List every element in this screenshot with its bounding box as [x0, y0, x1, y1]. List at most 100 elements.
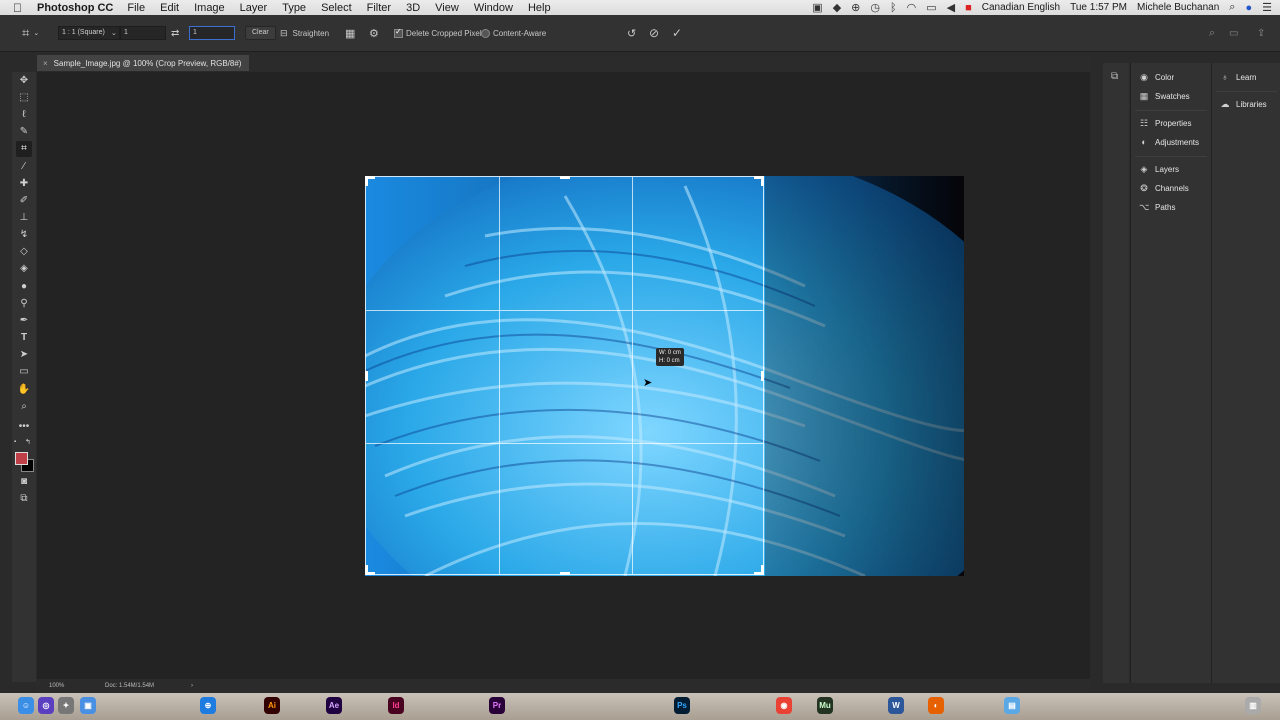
preview-dock-icon[interactable]: ▣	[80, 697, 96, 714]
canvas-area[interactable]: W: 0 cm H: 0 cm ➤	[37, 72, 1090, 679]
hand-tool-icon[interactable]: ✋	[16, 382, 32, 398]
history-icon[interactable]: ⧉	[1111, 71, 1118, 82]
menu-image[interactable]: Image	[194, 2, 225, 14]
document-tab[interactable]: × Sample_Image.jpg @ 100% (Crop Preview,…	[37, 55, 250, 71]
finder-dock-icon[interactable]: ☺	[18, 697, 34, 714]
panel-properties[interactable]: ☷ Properties	[1139, 118, 1192, 128]
word-dock-icon[interactable]: W	[888, 697, 904, 714]
crop-handle-top[interactable]	[560, 176, 570, 179]
pen-tool-icon[interactable]: ✒	[16, 313, 32, 329]
gear-icon[interactable]: ⚙	[369, 27, 379, 40]
input-source[interactable]: Canadian English	[982, 2, 1060, 13]
menu-layer[interactable]: Layer	[240, 2, 268, 14]
straighten-icon[interactable]: ⊟	[280, 28, 288, 39]
clear-button[interactable]: Clear	[245, 26, 276, 40]
search-icon[interactable]: ⌕	[1209, 27, 1215, 40]
apple-icon[interactable]: 	[13, 1, 27, 15]
panel-adjustments[interactable]: ◐ Adjustments	[1139, 137, 1199, 147]
swap-icon[interactable]: ⇄	[171, 28, 179, 39]
panel-paths[interactable]: ⌥ Paths	[1139, 202, 1175, 212]
paint-bucket-tool-icon[interactable]: ◈	[16, 261, 32, 277]
wifi-icon[interactable]: ◠	[907, 1, 917, 14]
crop-handle-right[interactable]	[761, 371, 764, 381]
straighten-button[interactable]: Straighten	[293, 29, 329, 38]
swap-colors-icon[interactable]: ↰	[25, 438, 31, 446]
chrome-dock-icon[interactable]: ◉	[776, 697, 792, 714]
menu-window[interactable]: Window	[474, 2, 513, 14]
crop-tool-preset[interactable]: ⌗ ⌄	[22, 15, 39, 51]
close-tab-icon[interactable]: ×	[43, 59, 48, 68]
menu-view[interactable]: View	[435, 2, 459, 14]
panel-libraries[interactable]: ☁ Libraries	[1220, 99, 1267, 109]
panel-learn[interactable]: ♁ Learn	[1220, 72, 1257, 82]
crop-handle-bottom-right[interactable]	[754, 565, 764, 575]
zoom-level[interactable]: 100%	[49, 683, 105, 689]
brush-tool-icon[interactable]: ✐	[16, 193, 32, 209]
commit-icon[interactable]: ✓	[672, 26, 682, 40]
siri-dock-icon[interactable]: ◎	[38, 697, 54, 714]
healing-brush-tool-icon[interactable]: ✚	[16, 176, 32, 192]
firefox-dock-icon[interactable]: ◐	[928, 697, 944, 714]
crop-handle-bottom-left[interactable]	[365, 565, 375, 575]
foreground-color-swatch[interactable]	[15, 452, 28, 465]
crop-handle-bottom[interactable]	[560, 572, 570, 575]
crop-tool-icon[interactable]: ⌗	[16, 141, 32, 157]
dropbox-icon[interactable]: ◆	[833, 1, 841, 14]
menu-3d[interactable]: 3D	[406, 2, 420, 14]
app-menu[interactable]: Photoshop CC	[37, 2, 113, 14]
quick-mask-icon[interactable]: ◙	[16, 474, 32, 490]
siri-icon[interactable]: ●	[1245, 2, 1252, 14]
content-aware-checkbox[interactable]	[481, 28, 490, 38]
illustrator-dock-icon[interactable]: Ai	[264, 697, 280, 714]
zoom-tool-icon[interactable]: ⌕	[16, 399, 32, 415]
spotlight-icon[interactable]: ⌕	[1229, 1, 1235, 14]
workspace-icon[interactable]: ▭	[1229, 28, 1238, 39]
status-menu-arrow[interactable]: ›	[191, 683, 193, 689]
crop-handle-top-left[interactable]	[365, 176, 375, 186]
menu-type[interactable]: Type	[282, 2, 306, 14]
height-field[interactable]: 1	[189, 26, 235, 40]
more-tools-icon[interactable]: •••	[16, 419, 32, 435]
panel-channels[interactable]: ❂ Channels	[1139, 183, 1189, 193]
download-icon[interactable]: ⊕	[851, 1, 860, 14]
eraser-tool-icon[interactable]: ◇	[16, 244, 32, 260]
menu-help[interactable]: Help	[528, 2, 551, 14]
flag-icon[interactable]: ■	[965, 2, 972, 14]
default-colors-icon[interactable]: ▪	[14, 439, 22, 447]
time-machine-icon[interactable]: ◷	[870, 1, 880, 14]
user-name[interactable]: Michele Buchanan	[1137, 2, 1219, 13]
grid-overlay-icon[interactable]: ▦	[345, 27, 355, 40]
marquee-tool-icon[interactable]: ⬚	[16, 90, 32, 106]
trash-dock-icon[interactable]: ▥	[1245, 697, 1261, 714]
path-selection-tool-icon[interactable]: ➤	[16, 347, 32, 363]
downloads-dock-icon[interactable]: ▤	[1004, 697, 1020, 714]
crop-handle-top-right[interactable]	[754, 176, 764, 186]
rectangle-tool-icon[interactable]: ▭	[16, 364, 32, 380]
premiere-dock-icon[interactable]: Pr	[489, 697, 505, 714]
lasso-tool-icon[interactable]: ℓ	[16, 107, 32, 123]
blur-tool-icon[interactable]: ●	[16, 279, 32, 295]
menu-select[interactable]: Select	[321, 2, 352, 14]
camera-icon[interactable]: ▣	[812, 1, 822, 14]
move-tool-icon[interactable]: ✥	[16, 73, 32, 89]
width-field[interactable]: 1	[120, 26, 166, 40]
volume-icon[interactable]: ◀	[947, 1, 955, 14]
quick-select-tool-icon[interactable]: ✎	[16, 124, 32, 140]
notification-center-icon[interactable]: ☰	[1262, 1, 1272, 14]
panel-color[interactable]: ◉ Color	[1139, 72, 1174, 82]
reset-icon[interactable]: ↺	[627, 27, 636, 40]
indesign-dock-icon[interactable]: Id	[388, 697, 404, 714]
safari-dock-icon[interactable]: ⊕	[200, 697, 216, 714]
photoshop-dock-icon[interactable]: Ps	[674, 697, 690, 714]
bluetooth-icon[interactable]: ᛒ	[890, 2, 897, 14]
clone-stamp-tool-icon[interactable]: ⊥	[16, 210, 32, 226]
delete-cropped-checkbox[interactable]	[394, 27, 403, 38]
airplay-icon[interactable]: ▭	[926, 1, 936, 14]
clock[interactable]: Tue 1:57 PM	[1070, 2, 1127, 13]
menu-filter[interactable]: Filter	[367, 2, 391, 14]
muse-dock-icon[interactable]: Mu	[817, 697, 833, 714]
share-icon[interactable]: ⇪	[1257, 28, 1265, 39]
screen-mode-icon[interactable]: ⧉	[16, 491, 32, 507]
history-brush-tool-icon[interactable]: ↯	[16, 227, 32, 243]
launchpad-dock-icon[interactable]: ✦	[58, 697, 74, 714]
